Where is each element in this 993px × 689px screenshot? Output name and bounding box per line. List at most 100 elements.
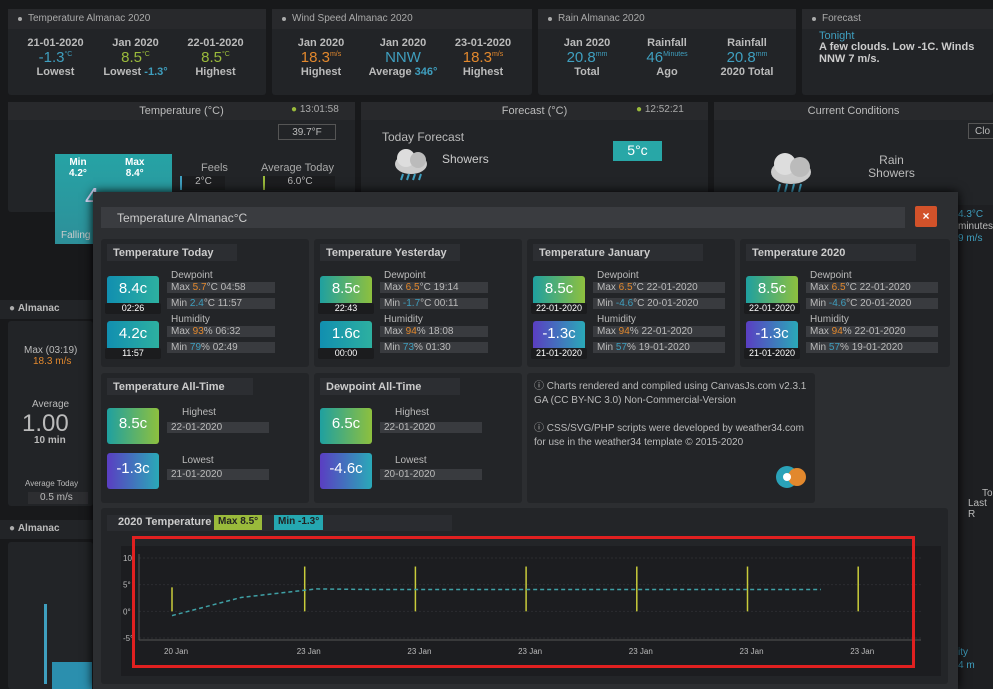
edge-label: 4 m: [958, 660, 975, 671]
status-dot-icon: ●: [291, 104, 298, 115]
forecast-card: Forecast Tonight A few clouds. Low -1C. …: [802, 9, 993, 95]
edge-label: Last R: [968, 498, 987, 520]
dewpoint-max: Max 6.5°C 22-01-2020: [593, 282, 725, 293]
panel-temperature-alltime: Temperature All-Time 8.5c Highest 22-01-…: [101, 373, 309, 503]
cloud-toggle-button[interactable]: Clo: [968, 123, 993, 139]
dewpoint-max: Max 6.5°C 22-01-2020: [806, 282, 938, 293]
almanac-strip: ● Almanac: [0, 300, 93, 319]
col-value: 20.8mm: [566, 49, 608, 66]
humidity-max: Max 94% 22-01-2020: [806, 326, 938, 337]
panel-dewpoint-alltime: Dewpoint All-Time 6.5c Highest 22-01-202…: [314, 373, 522, 503]
almanac-col: Jan 2020 20.8mm Total: [548, 37, 626, 78]
max-chip: 8.5c 22-01-2020: [531, 276, 587, 314]
chart-title: 2020 Temperature: [118, 516, 212, 528]
card-header: Current Conditions: [714, 102, 993, 120]
max-label: Max 8.4°: [125, 157, 145, 179]
rain-gauge-card: [8, 542, 93, 689]
panel-info: ⓘ Charts rendered and compiled using Can…: [527, 373, 815, 503]
bullet-icon: ●: [9, 303, 16, 314]
forecast-temp-badge: 5°c: [613, 141, 662, 161]
panel-temperature-yesterday: Temperature Yesterday 8.5c 22:43 1.6c 00:0…: [314, 239, 522, 367]
col-label: Lowest: [36, 66, 75, 78]
col-value: 8.5°C: [201, 49, 230, 66]
avg-unit: 10 min: [34, 435, 66, 446]
edge-value: 4.3°C: [958, 209, 984, 220]
avg-today-value: 0.5 m/s: [28, 492, 88, 504]
forecast-condition: Showers: [442, 152, 489, 166]
humidity-label: Humidity: [171, 314, 210, 325]
almanac-col: 21-01-2020 -1.3°C Lowest: [18, 37, 93, 78]
bullet-icon: ●: [9, 523, 16, 534]
gauge-bar: [44, 604, 47, 684]
min-chip: -4.6c: [320, 453, 372, 489]
panel-title: Temperature January: [533, 244, 703, 261]
card-time: ● 12:52:21: [636, 104, 684, 115]
col-label: Highest: [462, 66, 504, 78]
card-title-text: Rain Almanac 2020: [558, 13, 645, 24]
cloud-rain-icon: [771, 153, 811, 193]
wind-almanac-card: Wind Speed Almanac 2020 Jan 2020 18.3m/s H…: [272, 9, 532, 95]
humidity-max: Max 94% 18:08: [380, 326, 488, 337]
panel-temperature-2020: Temperature 2020 8.5c 22-01-2020 -1.3c 21-…: [740, 239, 950, 367]
dewpoint-min: Min -1.7°C 00:11: [380, 298, 488, 309]
dewpoint-label: Dewpoint: [810, 270, 852, 281]
bullet-icon: [282, 17, 286, 21]
almanac-col: Rainfall 20.8mm 2020 Total: [708, 37, 786, 78]
min-chip: -1.3c 21-01-2020: [744, 321, 800, 359]
col-label: Highest: [195, 66, 236, 78]
weather34-logo-icon[interactable]: [775, 465, 809, 489]
forecast-text: A few clouds. Low -1C. Winds NNW 7 m/s.: [819, 41, 975, 65]
feels-label: Feels: [201, 162, 228, 174]
bullet-icon: [18, 17, 22, 21]
col-value: 18.3m/s: [300, 49, 342, 66]
max-badge: Max 8.5°: [214, 515, 263, 530]
status-dot-icon: ●: [636, 104, 643, 115]
almanac-col: Jan 2020 NNW Average 346°: [364, 37, 442, 78]
dewpoint-label: Dewpoint: [384, 270, 426, 281]
max-chip: 8.4c 02:26: [105, 276, 161, 314]
col-label: 2020 Total: [720, 66, 774, 78]
dewpoint-max: Max 5.7°C 04:58: [167, 282, 275, 293]
feels-badge: 39.7°F: [278, 124, 336, 140]
dewpoint-min: Min -4.6°C 20-01-2020: [593, 298, 725, 309]
col-head: Rainfall: [727, 37, 767, 49]
y-tick-label: 5°: [123, 581, 131, 590]
humidity-min: Min 57% 19-01-2020: [593, 342, 725, 353]
min-chip: -1.3c 21-01-2020: [531, 321, 587, 359]
edge-value: 9 m/s: [958, 233, 983, 244]
card-title: Wind Speed Almanac 2020: [272, 9, 532, 29]
avg-label: Average: [32, 399, 70, 410]
lowest-label: Lowest: [182, 455, 214, 466]
avg-today-label: Average Today: [261, 162, 334, 174]
dewpoint-min: Min -4.6°C 20-01-2020: [806, 298, 938, 309]
col-head: 23-01-2020: [454, 37, 512, 49]
almanac-col: 23-01-2020 18.3m/s Highest: [444, 37, 522, 78]
dewpoint-max: Max 6.5°C 19:14: [380, 282, 488, 293]
col-label: Lowest -1.3°: [103, 66, 168, 78]
min-label: Min 4.2°: [69, 157, 87, 179]
humidity-min: Min 79% 02:49: [167, 342, 275, 353]
feels-value: 2°C: [180, 176, 225, 190]
highest-date: 22-01-2020: [380, 422, 482, 433]
almanac-col: 22-01-2020 8.5°C Highest: [178, 37, 253, 78]
card-title-text: Forecast: [822, 13, 861, 24]
panel-title: Temperature Yesterday: [320, 244, 460, 261]
col-value: 8.5°C: [121, 49, 150, 66]
rain-almanac-card: Rain Almanac 2020 Jan 2020 20.8mm Total Ra…: [538, 9, 796, 95]
edge-label: ity: [958, 647, 968, 658]
humidity-label: Humidity: [810, 314, 849, 325]
panel-title: Dewpoint All-Time: [320, 378, 460, 395]
card-title-text: Wind Speed Almanac 2020: [292, 13, 413, 24]
col-value: 18.3m/s: [462, 49, 504, 66]
almanac-col: Jan 2020 8.5°C Lowest -1.3°: [98, 37, 173, 78]
dewpoint-label: Dewpoint: [597, 270, 639, 281]
dewpoint-min: Min 2.4°C 11:57: [167, 298, 275, 309]
min-chip: 1.6c 00:00: [318, 321, 374, 359]
col-value: -1.3°C: [38, 49, 73, 66]
close-button[interactable]: ×: [915, 206, 937, 227]
avg-today-label: Average Today: [25, 479, 79, 488]
lowest-date: 20-01-2020: [380, 469, 482, 480]
almanac-strip: ● Almanac: [0, 520, 93, 539]
cloud-rain-icon: [395, 149, 427, 181]
wind-summary-card: Max (03:19) 18.3 m/s Average 1.00 10 min…: [8, 321, 93, 506]
